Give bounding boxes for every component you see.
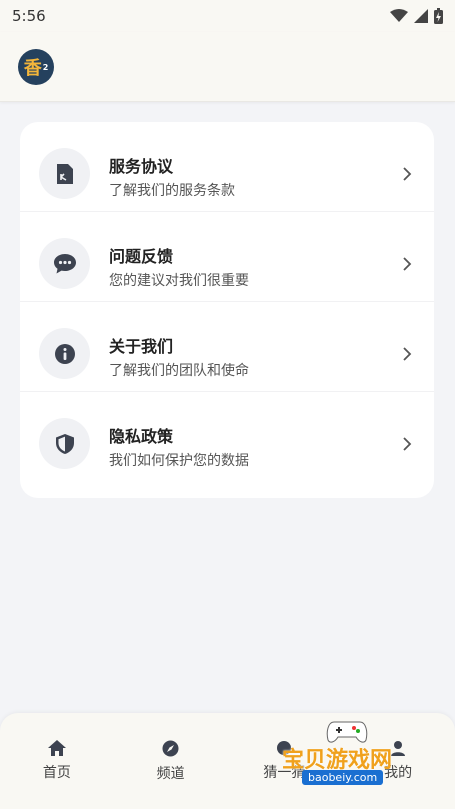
menu-item-title: 服务协议 bbox=[109, 157, 174, 176]
settings-menu-card: 服务协议 了解我们的服务条款 问题反馈 您的建议对我们很重要 关于我们 了解我们… bbox=[20, 122, 434, 498]
menu-item-subtitle: 我们如何保护您的数据 bbox=[109, 453, 249, 469]
document-icon bbox=[39, 148, 90, 199]
status-icons bbox=[390, 8, 443, 24]
menu-item-title: 隐私政策 bbox=[109, 427, 174, 446]
compass-icon bbox=[162, 740, 179, 757]
menu-item-subtitle: 了解我们的服务条款 bbox=[109, 183, 235, 199]
chevron-right-icon bbox=[403, 167, 412, 181]
bottom-nav: 首页 频道 猜一猜 我的 bbox=[0, 713, 455, 809]
info-icon bbox=[39, 328, 90, 379]
chat-bubble-icon bbox=[39, 238, 90, 289]
profile-icon bbox=[391, 741, 406, 756]
chevron-right-icon bbox=[403, 437, 412, 451]
menu-item-privacy-policy[interactable]: 隐私政策 我们如何保护您的数据 bbox=[20, 392, 434, 482]
app-logo[interactable]: 香2 bbox=[18, 49, 54, 85]
nav-label: 猜一猜 bbox=[263, 765, 306, 781]
nav-label: 频道 bbox=[156, 766, 185, 782]
menu-item-title: 问题反馈 bbox=[109, 247, 174, 266]
shield-icon bbox=[39, 418, 90, 469]
home-icon bbox=[47, 740, 66, 756]
nav-item-home[interactable]: 首页 bbox=[0, 713, 114, 809]
logo-superscript: 2 bbox=[42, 62, 49, 72]
nav-item-profile[interactable]: 我的 bbox=[341, 713, 455, 809]
chevron-right-icon bbox=[403, 257, 412, 271]
nav-label: 我的 bbox=[384, 765, 413, 781]
menu-item-title: 关于我们 bbox=[109, 337, 174, 356]
guess-icon bbox=[277, 741, 292, 755]
nav-label: 首页 bbox=[42, 765, 71, 781]
nav-item-channel[interactable]: 频道 bbox=[114, 713, 228, 809]
menu-item-subtitle: 您的建议对我们很重要 bbox=[109, 273, 249, 289]
logo-text: 香 bbox=[23, 58, 42, 79]
battery-icon bbox=[434, 8, 443, 24]
app-bar: 香2 bbox=[0, 32, 455, 102]
menu-item-service-agreement[interactable]: 服务协议 了解我们的服务条款 bbox=[20, 122, 434, 212]
nav-item-guess[interactable]: 猜一猜 bbox=[228, 713, 342, 809]
status-bar: 5:56 bbox=[0, 0, 455, 32]
status-time: 5:56 bbox=[12, 7, 46, 25]
wifi-icon bbox=[390, 9, 408, 22]
menu-item-subtitle: 了解我们的团队和使命 bbox=[109, 363, 249, 379]
menu-item-about-us[interactable]: 关于我们 了解我们的团队和使命 bbox=[20, 302, 434, 392]
menu-item-feedback[interactable]: 问题反馈 您的建议对我们很重要 bbox=[20, 212, 434, 302]
chevron-right-icon bbox=[403, 347, 412, 361]
signal-icon bbox=[414, 9, 428, 23]
